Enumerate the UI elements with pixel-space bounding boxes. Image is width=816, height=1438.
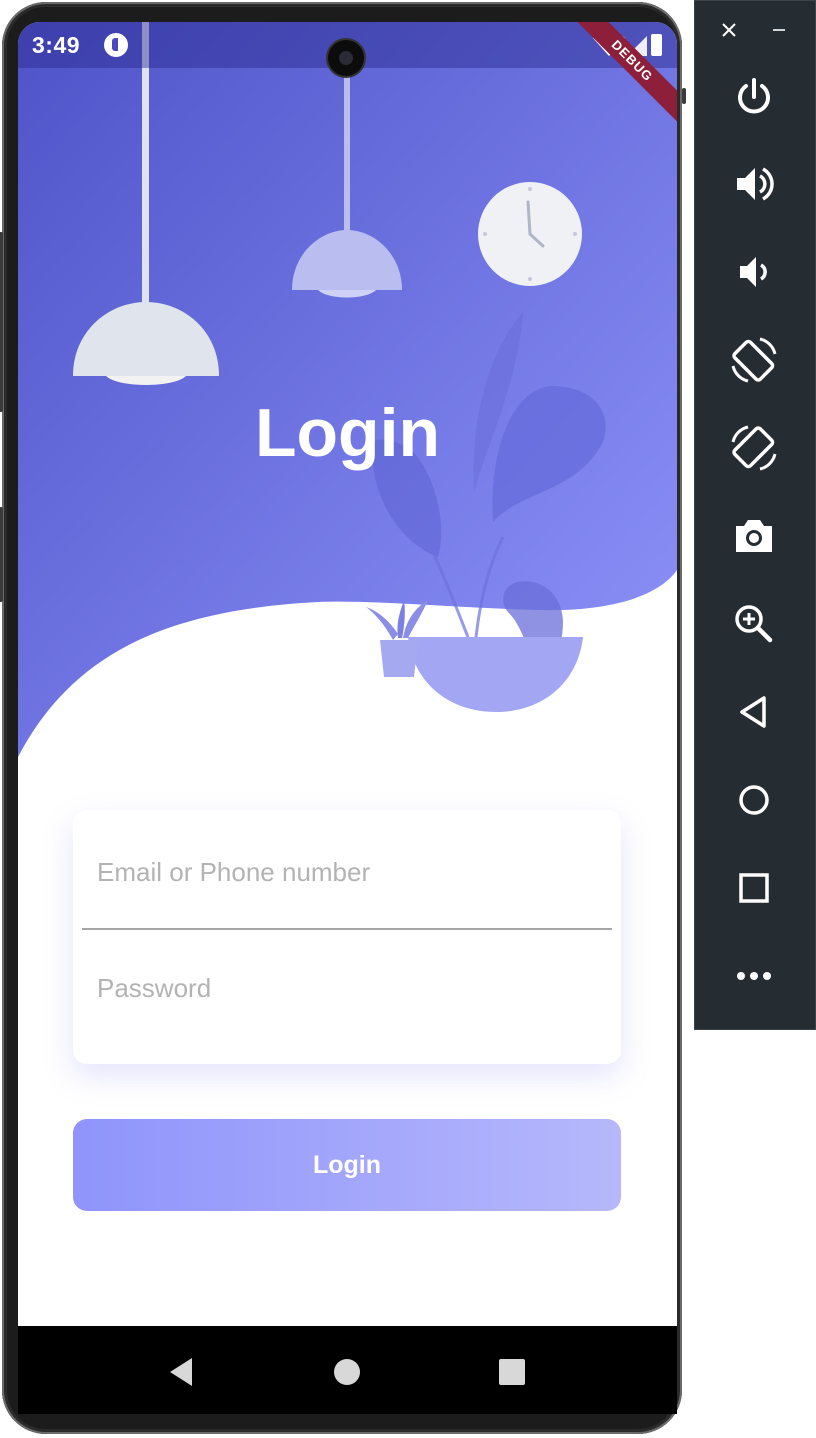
emulator-home-button[interactable] — [719, 765, 789, 835]
wall-clock-icon — [478, 182, 582, 286]
emulator-back-button[interactable] — [719, 677, 789, 747]
home-icon — [739, 785, 769, 815]
page-title: Login — [254, 395, 441, 471]
power-button[interactable] — [719, 62, 789, 132]
email-field-container — [82, 816, 612, 930]
more-icon — [737, 972, 771, 980]
volume-down-icon — [740, 257, 767, 287]
recents-icon[interactable] — [496, 1356, 528, 1388]
minimize-icon[interactable] — [772, 23, 786, 37]
volume-up-icon — [737, 167, 774, 201]
rotate-right-button[interactable] — [719, 413, 789, 483]
power-icon — [738, 78, 770, 114]
volume-down-button[interactable] — [719, 237, 789, 307]
overview-icon — [739, 873, 769, 903]
back-icon — [740, 696, 766, 728]
rotate-right-icon — [731, 425, 777, 471]
emulator-overview-button[interactable] — [719, 853, 789, 923]
emulator-toolbar — [694, 0, 816, 1030]
phone-side-button — [682, 88, 686, 104]
password-input[interactable] — [82, 932, 612, 1044]
zoom-button[interactable] — [719, 589, 789, 659]
screenshot-button[interactable] — [719, 501, 789, 571]
camera-icon — [736, 520, 772, 552]
app-screen: 3:49 DEBUG Login Login — [18, 22, 677, 1414]
battery-icon — [651, 34, 662, 56]
login-form-card — [73, 810, 621, 1064]
system-nav-bar — [18, 1326, 677, 1414]
phone-frame: 3:49 DEBUG Login Login — [0, 2, 686, 1434]
front-camera — [328, 40, 364, 76]
app-notification-icon — [104, 33, 128, 57]
back-icon[interactable] — [166, 1356, 198, 1388]
phone-side-button — [0, 232, 3, 412]
volume-up-button[interactable] — [719, 149, 789, 219]
rotate-left-button[interactable] — [719, 325, 789, 395]
rotate-left-icon — [731, 337, 777, 383]
window-controls — [694, 14, 816, 46]
login-button[interactable]: Login — [73, 1119, 621, 1211]
home-icon[interactable] — [331, 1356, 363, 1388]
zoom-icon — [735, 605, 773, 643]
email-input[interactable] — [82, 816, 612, 928]
password-field-container — [82, 932, 612, 1044]
close-icon[interactable] — [722, 23, 736, 37]
more-options-button[interactable] — [719, 941, 789, 1011]
status-time: 3:49 — [32, 32, 81, 58]
phone-side-button — [0, 507, 3, 602]
